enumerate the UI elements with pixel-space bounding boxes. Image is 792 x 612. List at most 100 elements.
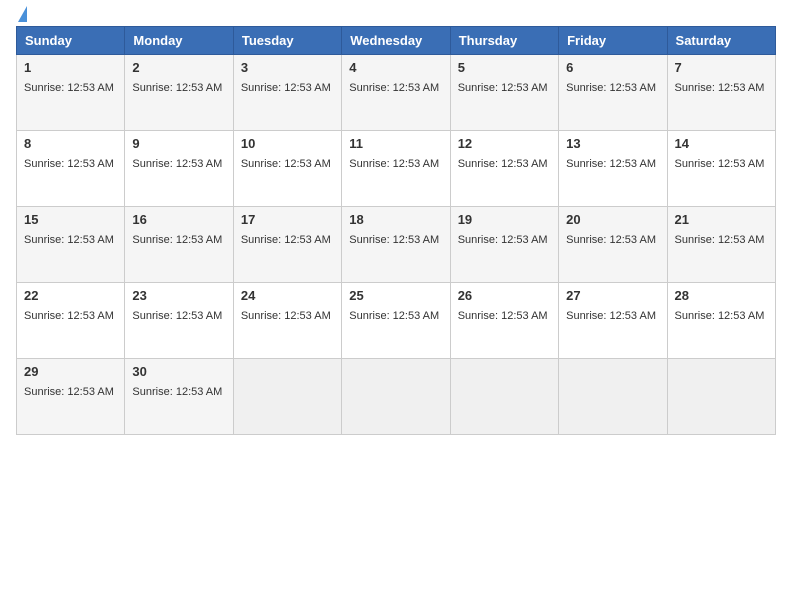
sunrise-time: Sunrise: 12:53 AM: [24, 310, 114, 322]
day-number: 9: [132, 136, 225, 151]
sunrise-time: Sunrise: 12:53 AM: [241, 310, 331, 322]
day-number: 20: [566, 212, 659, 227]
sunrise-time: Sunrise: 12:53 AM: [349, 310, 439, 322]
day-number: 4: [349, 60, 442, 75]
col-thursday: Thursday: [450, 27, 558, 55]
col-saturday: Saturday: [667, 27, 775, 55]
calendar-cell: 3 Sunrise: 12:53 AM: [233, 55, 341, 131]
calendar-cell: 11 Sunrise: 12:53 AM: [342, 131, 450, 207]
sunrise-time: Sunrise: 12:53 AM: [24, 82, 114, 94]
calendar-cell: 19 Sunrise: 12:53 AM: [450, 207, 558, 283]
calendar-cell: [233, 359, 341, 435]
calendar-table: Sunday Monday Tuesday Wednesday Thursday…: [16, 26, 776, 435]
calendar-cell: 7 Sunrise: 12:53 AM: [667, 55, 775, 131]
sunrise-time: Sunrise: 12:53 AM: [566, 158, 656, 170]
day-number: 12: [458, 136, 551, 151]
sunrise-time: Sunrise: 12:53 AM: [24, 234, 114, 246]
sunrise-time: Sunrise: 12:53 AM: [24, 386, 114, 398]
day-number: 3: [241, 60, 334, 75]
day-number: 14: [675, 136, 768, 151]
day-number: 10: [241, 136, 334, 151]
calendar-cell: 2Sunrise: 12:53 AM: [125, 55, 233, 131]
sunrise-time: Sunrise: 12:53 AM: [241, 158, 331, 170]
day-number: 15: [24, 212, 117, 227]
calendar-cell: 24 Sunrise: 12:53 AM: [233, 283, 341, 359]
page-header: [16, 10, 776, 20]
day-number: 18: [349, 212, 442, 227]
sunrise-time: Sunrise: 12:53 AM: [349, 158, 439, 170]
calendar-cell: 26 Sunrise: 12:53 AM: [450, 283, 558, 359]
day-number: 28: [675, 288, 768, 303]
sunrise-time: Sunrise: 12:53 AM: [458, 310, 548, 322]
sunrise-time: Sunrise: 12:53 AM: [132, 310, 222, 322]
calendar-cell: 8 Sunrise: 12:53 AM: [17, 131, 125, 207]
calendar-cell: [559, 359, 667, 435]
calendar-cell: 17 Sunrise: 12:53 AM: [233, 207, 341, 283]
sunrise-time: Sunrise: 12:53 AM: [566, 234, 656, 246]
sunrise-time: Sunrise: 12:53 AM: [566, 310, 656, 322]
calendar-cell: 28 Sunrise: 12:53 AM: [667, 283, 775, 359]
sunrise-time: Sunrise: 12:53 AM: [458, 158, 548, 170]
sunrise-time: Sunrise: 12:53 AM: [458, 82, 548, 94]
calendar-cell: 13 Sunrise: 12:53 AM: [559, 131, 667, 207]
calendar-cell: 5 Sunrise: 12:53 AM: [450, 55, 558, 131]
sunrise-time: Sunrise: 12:53 AM: [675, 234, 765, 246]
day-number: 29: [24, 364, 117, 379]
calendar-cell: 18 Sunrise: 12:53 AM: [342, 207, 450, 283]
sunrise-time: Sunrise: 12:53 AM: [349, 82, 439, 94]
calendar-cell: [667, 359, 775, 435]
day-number: 19: [458, 212, 551, 227]
day-number: 21: [675, 212, 768, 227]
sunrise-time: Sunrise: 12:53 AM: [458, 234, 548, 246]
sunrise-time: Sunrise: 12:53 AM: [349, 234, 439, 246]
sunrise-time: Sunrise: 12:53 AM: [132, 234, 222, 246]
day-number: 25: [349, 288, 442, 303]
calendar-cell: 16Sunrise: 12:53 AM: [125, 207, 233, 283]
col-friday: Friday: [559, 27, 667, 55]
day-number: 22: [24, 288, 117, 303]
sunrise-time: Sunrise: 12:53 AM: [132, 386, 222, 398]
calendar-cell: 21 Sunrise: 12:53 AM: [667, 207, 775, 283]
sunrise-time: Sunrise: 12:53 AM: [566, 82, 656, 94]
sunrise-time: Sunrise: 12:53 AM: [132, 158, 222, 170]
day-number: 23: [132, 288, 225, 303]
calendar-cell: 20 Sunrise: 12:53 AM: [559, 207, 667, 283]
sunrise-time: Sunrise: 12:53 AM: [675, 158, 765, 170]
calendar-cell: 1 Sunrise: 12:53 AM: [17, 55, 125, 131]
day-number: 27: [566, 288, 659, 303]
day-number: 1: [24, 60, 117, 75]
day-number: 5: [458, 60, 551, 75]
calendar-cell: 23 Sunrise: 12:53 AM: [125, 283, 233, 359]
calendar-cell: [450, 359, 558, 435]
calendar-cell: 30Sunrise: 12:53 AM: [125, 359, 233, 435]
calendar-cell: 29 Sunrise: 12:53 AM: [17, 359, 125, 435]
day-number: 8: [24, 136, 117, 151]
sunrise-time: Sunrise: 12:53 AM: [241, 82, 331, 94]
calendar-cell: 22 Sunrise: 12:53 AM: [17, 283, 125, 359]
weekday-header-row: Sunday Monday Tuesday Wednesday Thursday…: [17, 27, 776, 55]
col-wednesday: Wednesday: [342, 27, 450, 55]
calendar-cell: 10 Sunrise: 12:53 AM: [233, 131, 341, 207]
sunrise-time: Sunrise: 12:53 AM: [675, 310, 765, 322]
day-number: 7: [675, 60, 768, 75]
calendar-cell: 25 Sunrise: 12:53 AM: [342, 283, 450, 359]
sunrise-time: Sunrise: 12:53 AM: [132, 82, 222, 94]
sunrise-time: Sunrise: 12:53 AM: [241, 234, 331, 246]
day-number: 13: [566, 136, 659, 151]
day-number: 24: [241, 288, 334, 303]
day-number: 6: [566, 60, 659, 75]
calendar-cell: 6 Sunrise: 12:53 AM: [559, 55, 667, 131]
calendar-cell: 14 Sunrise: 12:53 AM: [667, 131, 775, 207]
calendar-cell: 15 Sunrise: 12:53 AM: [17, 207, 125, 283]
logo: [16, 14, 36, 20]
day-number: 11: [349, 136, 442, 151]
col-sunday: Sunday: [17, 27, 125, 55]
calendar-cell: [342, 359, 450, 435]
sunrise-time: Sunrise: 12:53 AM: [24, 158, 114, 170]
day-number: 26: [458, 288, 551, 303]
calendar-cell: 12 Sunrise: 12:53 AM: [450, 131, 558, 207]
day-number: 17: [241, 212, 334, 227]
sunrise-time: Sunrise: 12:53 AM: [675, 82, 765, 94]
calendar-page: Sunday Monday Tuesday Wednesday Thursday…: [0, 0, 792, 612]
calendar-cell: 4 Sunrise: 12:53 AM: [342, 55, 450, 131]
